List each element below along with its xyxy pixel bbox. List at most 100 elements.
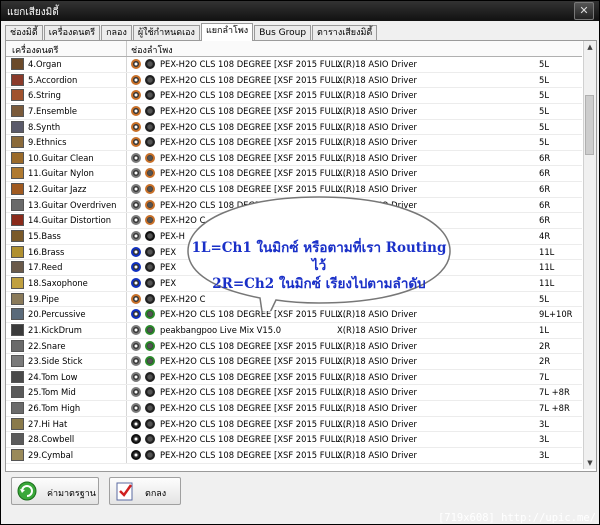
speaker-channel[interactable]: 3L [539, 449, 549, 462]
scroll-thumb[interactable] [585, 95, 594, 155]
speaker-knob-icon[interactable] [131, 152, 141, 163]
speaker-knob-icon[interactable] [131, 450, 141, 461]
table-row[interactable]: 25.Tom Mid PEX-H2O CLS 108 DEGREE [XSF 20… [6, 385, 582, 402]
speaker-channel[interactable]: 3L [539, 418, 549, 431]
speaker-knob-icon[interactable] [145, 418, 155, 429]
speaker-knob-icon[interactable] [131, 90, 141, 101]
tab-bus-group[interactable]: Bus Group [254, 25, 312, 41]
speaker-knob-icon[interactable] [131, 293, 141, 304]
speaker-channel[interactable]: 7L +8R [539, 386, 570, 399]
tab-drums[interactable]: กลอง [101, 25, 132, 41]
speaker-knob-icon[interactable] [145, 324, 155, 335]
table-row[interactable]: 5.Accordion PEX-H2O CLS 108 DEGREE [XSF 2… [6, 72, 582, 89]
table-row[interactable]: 9.Ethnics PEX-H2O CLS 108 DEGREE [XSF 201… [6, 135, 582, 151]
speaker-knob-icon[interactable] [131, 418, 141, 429]
speaker-knob-icon[interactable] [131, 356, 141, 367]
speaker-knob-icon[interactable] [145, 59, 155, 69]
speaker-knob-icon[interactable] [145, 450, 155, 461]
tab-speaker-split[interactable]: แยกลำโพง [200, 23, 254, 41]
speaker-channel[interactable]: 11L [539, 246, 554, 259]
speaker-channel[interactable]: 6R [539, 152, 550, 165]
table-row[interactable]: 27.Hi Hat PEX-H2O CLS 108 DEGREE [XSF 201… [6, 416, 582, 433]
speaker-knob-icon[interactable] [131, 309, 141, 320]
speaker-knob-icon[interactable] [131, 199, 141, 210]
speaker-channel[interactable]: 5L [539, 121, 549, 134]
default-button[interactable]: ค่ามาตรฐาน [11, 477, 99, 505]
speaker-knob-icon[interactable] [145, 277, 155, 288]
tab-midi-channel[interactable]: ช่องมิดี้ [5, 25, 43, 41]
speaker-knob-icon[interactable] [145, 184, 155, 195]
speaker-knob-icon[interactable] [131, 168, 141, 179]
speaker-channel[interactable]: 4R [539, 230, 550, 243]
speaker-knob-icon[interactable] [145, 262, 155, 273]
speaker-knob-icon[interactable] [145, 90, 155, 101]
scroll-down-icon[interactable]: ▼ [584, 457, 596, 469]
speaker-knob-icon[interactable] [145, 434, 155, 445]
table-row[interactable]: 24.Tom Low PEX-H2O CLS 108 DEGREE [XSF 20… [6, 369, 582, 386]
speaker-knob-icon[interactable] [145, 356, 155, 367]
speaker-knob-icon[interactable] [131, 246, 141, 257]
table-row[interactable]: 26.Tom High PEX-H2O CLS 108 DEGREE [XSF 2… [6, 401, 582, 417]
table-row[interactable]: 7.Ensemble PEX-H2O CLS 108 DEGREE [XSF 20… [6, 103, 582, 120]
speaker-channel[interactable]: 11L [539, 277, 554, 290]
speaker-channel[interactable]: 1L [539, 324, 549, 337]
table-row[interactable]: 23.Side Stick PEX-H2O CLS 108 DEGREE [XSF… [6, 354, 582, 370]
speaker-knob-icon[interactable] [131, 262, 141, 273]
speaker-channel[interactable]: 2R [539, 340, 550, 353]
speaker-knob-icon[interactable] [131, 324, 141, 335]
table-row[interactable]: 21.KickDrum peakbangpoo Live Mix V15.0 X(R… [6, 322, 582, 339]
speaker-channel[interactable]: 6R [539, 167, 550, 180]
speaker-knob-icon[interactable] [145, 121, 155, 132]
speaker-knob-icon[interactable] [131, 340, 141, 351]
speaker-knob-icon[interactable] [145, 152, 155, 163]
speaker-knob-icon[interactable] [131, 121, 141, 132]
table-row[interactable]: 29.Cymbal PEX-H2O CLS 108 DEGREE [XSF 201… [6, 448, 582, 464]
table-row[interactable]: 11.Guitar Nylon PEX-H2O CLS 108 DEGREE [X… [6, 166, 582, 183]
table-row[interactable]: 10.Guitar Clean PEX-H2O CLS 108 DEGREE [X… [6, 150, 582, 167]
table-row[interactable]: 28.Cowbell PEX-H2O CLS 108 DEGREE [XSF 20… [6, 432, 582, 449]
header-instrument[interactable]: เครื่องดนตรี [12, 43, 58, 57]
speaker-channel[interactable]: 5L [539, 136, 549, 149]
speaker-knob-icon[interactable] [145, 231, 155, 242]
tab-user-defined[interactable]: ผู้ใช้กำหนดเอง [132, 25, 200, 41]
speaker-channel[interactable]: 6R [539, 183, 550, 196]
tab-midi-sound-table[interactable]: ตารางเสียงมิดี้ [312, 25, 378, 41]
speaker-knob-icon[interactable] [131, 387, 141, 398]
speaker-channel[interactable]: 5L [539, 105, 549, 118]
speaker-channel[interactable]: 9L+10R [539, 308, 573, 321]
speaker-knob-icon[interactable] [131, 371, 141, 382]
speaker-knob-icon[interactable] [145, 309, 155, 320]
speaker-knob-icon[interactable] [145, 74, 155, 85]
close-button[interactable]: ✕ [574, 2, 594, 20]
speaker-knob-icon[interactable] [145, 137, 155, 148]
scroll-up-icon[interactable]: ▲ [584, 41, 596, 53]
speaker-knob-icon[interactable] [145, 403, 155, 414]
speaker-knob-icon[interactable] [131, 137, 141, 148]
speaker-knob-icon[interactable] [145, 168, 155, 179]
table-row[interactable]: 4.Organ PEX-H2O CLS 108 DEGREE [XSF 2015 … [6, 57, 582, 73]
speaker-channel[interactable]: 11L [539, 261, 554, 274]
ok-button[interactable]: ตกลง [109, 477, 181, 505]
speaker-channel[interactable]: 6R [539, 199, 550, 212]
speaker-knob-icon[interactable] [131, 434, 141, 445]
speaker-knob-icon[interactable] [145, 199, 155, 210]
tab-instruments[interactable]: เครื่องดนตรี [43, 25, 101, 41]
speaker-knob-icon[interactable] [145, 340, 155, 351]
speaker-knob-icon[interactable] [131, 277, 141, 288]
speaker-channel[interactable]: 6R [539, 214, 550, 227]
speaker-knob-icon[interactable] [131, 74, 141, 85]
speaker-knob-icon[interactable] [131, 105, 141, 116]
speaker-knob-icon[interactable] [145, 246, 155, 257]
table-row[interactable]: 8.Synth PEX-H2O CLS 108 DEGREE [XSF 2015 … [6, 119, 582, 136]
vertical-scrollbar[interactable]: ▲ ▼ [583, 41, 596, 469]
speaker-knob-icon[interactable] [131, 403, 141, 414]
header-speaker-channel[interactable]: ช่องลำโพง [131, 43, 173, 57]
speaker-knob-icon[interactable] [131, 59, 141, 69]
speaker-knob-icon[interactable] [145, 387, 155, 398]
speaker-channel[interactable]: 5L [539, 293, 549, 306]
speaker-channel[interactable]: 5L [539, 58, 549, 71]
speaker-knob-icon[interactable] [131, 184, 141, 195]
speaker-channel[interactable]: 7L [539, 371, 549, 384]
speaker-channel[interactable]: 5L [539, 74, 549, 87]
speaker-knob-icon[interactable] [131, 215, 141, 226]
